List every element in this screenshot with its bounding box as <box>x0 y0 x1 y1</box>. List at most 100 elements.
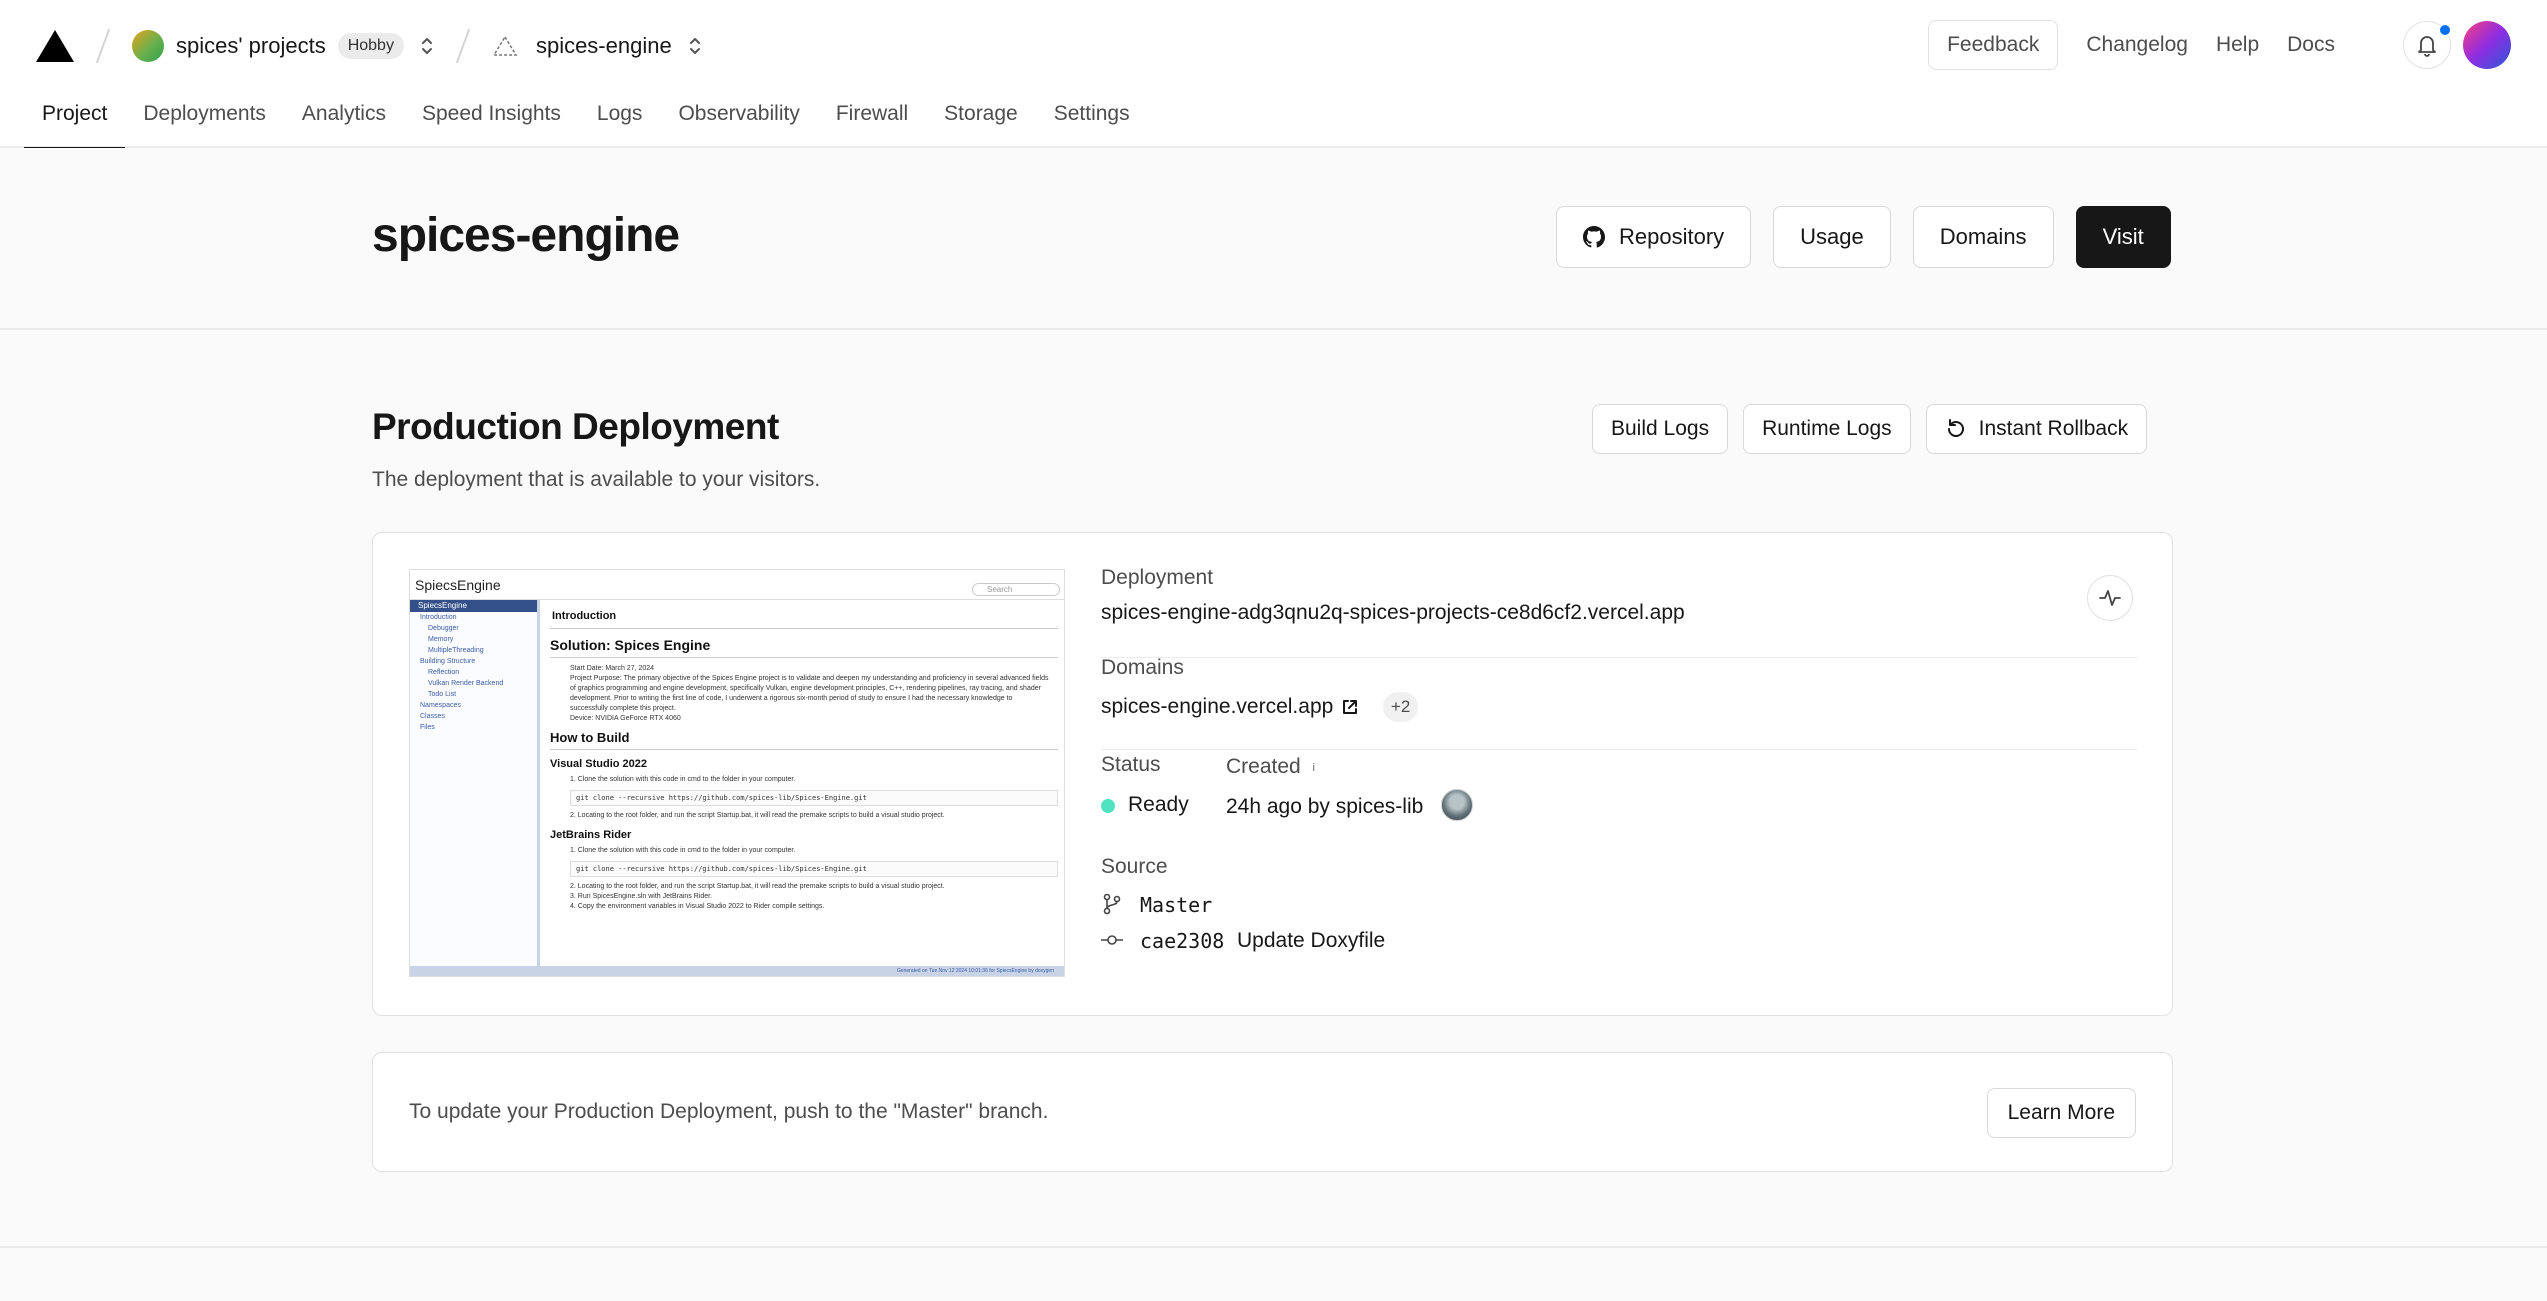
preview-sidebar-item: Debugger <box>428 625 459 632</box>
tab-storage[interactable]: Storage <box>926 92 1036 148</box>
preview-sidebar-item: Namespaces <box>420 702 461 709</box>
preview-bullet: Project Purpose: The primary objective o… <box>570 675 1049 682</box>
preview-step: 4. Copy the environment variables in Vis… <box>570 903 825 910</box>
rollback-icon <box>1947 419 1964 437</box>
changelog-link[interactable]: Changelog <box>2086 33 2188 57</box>
preview-h3: Visual Studio 2022 <box>550 758 648 770</box>
commit-hash[interactable]: cae2308 <box>1140 929 1224 953</box>
build-logs-button[interactable]: Build Logs <box>1592 404 1729 454</box>
breadcrumb-separator <box>455 28 471 64</box>
preview-sidebar-item: Memory <box>428 636 454 643</box>
section-subtitle: The deployment that is available to your… <box>372 468 821 491</box>
preview-sidebar: SpiecsEngine Introduction Debugger Memor… <box>410 600 540 968</box>
preview-bullet: of graphics programming and engine devel… <box>570 685 1041 692</box>
feedback-button[interactable]: Feedback <box>1928 20 2059 70</box>
created-label-text: Created <box>1226 755 1301 778</box>
status-ready-dot <box>1101 799 1115 813</box>
preview-footer: Generated on Tue Nov 12 2024 10:01:36 fo… <box>410 966 1064 976</box>
learn-more-button[interactable]: Learn More <box>1986 1088 2136 1138</box>
preview-code: git clone --recursive https://github.com… <box>570 790 1058 806</box>
project-triangle-icon <box>492 34 518 58</box>
usage-button[interactable]: Usage <box>1773 206 1891 268</box>
preview-h2: How to Build <box>550 730 1058 750</box>
preview-bullet: Start Date: March 27, 2024 <box>570 665 655 672</box>
docs-link[interactable]: Docs <box>2287 33 2335 57</box>
status-value: Ready <box>1128 793 1189 816</box>
preview-content: Introduction Solution: Spices Engine Sta… <box>544 600 1064 966</box>
project-switcher-icon[interactable] <box>688 35 702 57</box>
external-link-icon <box>1343 700 1358 714</box>
created-value: 24h ago by spices-lib <box>1226 795 1424 818</box>
breadcrumb-separator <box>95 28 111 64</box>
activity-button[interactable] <box>2087 575 2133 621</box>
project-actions: Repository Usage Domains Visit <box>1556 206 2171 268</box>
preview-step: 1. Clone the solution with this code in … <box>570 776 796 783</box>
tab-analytics[interactable]: Analytics <box>284 92 404 148</box>
creator-avatar[interactable] <box>1441 789 1473 821</box>
tab-settings[interactable]: Settings <box>1036 92 1148 148</box>
notification-dot <box>2438 23 2452 37</box>
activity-icon <box>2099 590 2121 606</box>
preview-bullet: successfully complete this project. <box>570 705 676 712</box>
header-actions: Feedback Changelog Help Docs <box>1928 20 2511 70</box>
preview-search: Search <box>972 583 1060 596</box>
preview-step: 2. Locating to the root folder, and run … <box>570 883 945 890</box>
tab-speed-insights[interactable]: Speed Insights <box>404 92 579 148</box>
preview-sidebar-item: Classes <box>420 713 445 720</box>
team-avatar[interactable] <box>132 30 164 62</box>
project-title-band: spices-engine Repository Usage Domains V… <box>0 148 2547 330</box>
tab-project[interactable]: Project <box>24 92 126 150</box>
repository-button[interactable]: Repository <box>1556 206 1752 268</box>
preview-sidebar-item: Introduction <box>420 614 457 621</box>
runtime-logs-button[interactable]: Runtime Logs <box>1743 404 1911 454</box>
source-label: Source <box>1101 855 1168 878</box>
preview-step: 3. Run SpicesEngine.sln with JetBrains R… <box>570 893 713 900</box>
visit-button[interactable]: Visit <box>2075 206 2171 268</box>
tab-logs[interactable]: Logs <box>579 92 661 148</box>
git-branch-icon <box>1101 893 1123 915</box>
preview-sidebar-selected: SpiecsEngine <box>410 600 537 612</box>
divider <box>1101 749 2137 750</box>
section-title: Production Deployment <box>372 406 779 447</box>
instant-rollback-label: Instant Rollback <box>1978 417 2129 440</box>
notifications-button[interactable] <box>2403 21 2452 69</box>
bell-icon <box>2418 36 2436 57</box>
plan-badge: Hobby <box>337 33 404 59</box>
deployment-label: Deployment <box>1101 566 1214 589</box>
notice-text: To update your Production Deployment, pu… <box>409 1100 1049 1123</box>
preview-sidebar-item: Building Structure <box>420 658 476 665</box>
domains-button[interactable]: Domains <box>1912 206 2054 268</box>
domain-text: spices-engine.vercel.app <box>1101 695 1334 718</box>
tab-firewall[interactable]: Firewall <box>818 92 926 148</box>
commit-message: Update Doxyfile <box>1237 929 1386 952</box>
vercel-logo-icon[interactable] <box>36 30 74 62</box>
deployment-url[interactable]: spices-engine-adg3qnu2q-spices-projects-… <box>1101 601 1685 625</box>
help-link[interactable]: Help <box>2216 33 2259 57</box>
tab-observability[interactable]: Observability <box>660 92 817 148</box>
instant-rollback-button[interactable]: Instant Rollback <box>1925 404 2148 454</box>
repository-label: Repository <box>1619 224 1725 249</box>
preview-sidebar-item: MultipleThreading <box>428 647 484 654</box>
branch-name[interactable]: Master <box>1140 893 1212 917</box>
github-icon <box>1583 226 1605 248</box>
tab-deployments[interactable]: Deployments <box>125 92 284 148</box>
preview-bullet: Device: NVIDIA GeForce RTX 4060 <box>570 715 681 722</box>
divider <box>1101 657 2137 658</box>
preview-step: 2. Locating to the root folder, and run … <box>570 812 945 819</box>
created-label: Created i <box>1226 755 1321 779</box>
preview-sidebar-item: Files <box>420 724 435 731</box>
preview-sidebar-item: Reflection <box>428 669 460 676</box>
project-name[interactable]: spices-engine <box>536 33 672 59</box>
team-name[interactable]: spices' projects <box>176 33 326 59</box>
user-avatar[interactable] <box>2463 21 2511 69</box>
team-switcher-icon[interactable] <box>420 35 434 57</box>
divider <box>0 1246 2547 1248</box>
domain-link[interactable]: spices-engine.vercel.app <box>1101 695 1359 719</box>
deployment-preview[interactable]: SpiecsEngine Search SpiecsEngine Introdu… <box>409 569 1065 977</box>
preview-code: git clone --recursive https://github.com… <box>570 861 1058 877</box>
info-icon[interactable]: i <box>1307 761 1321 775</box>
domains-label: Domains <box>1101 656 1184 679</box>
breadcrumb: spices' projects Hobby spices-engine <box>36 22 702 70</box>
top-header: spices' projects Hobby spices-engine Fee… <box>0 0 2547 150</box>
more-domains-badge[interactable]: +2 <box>1383 692 1419 722</box>
